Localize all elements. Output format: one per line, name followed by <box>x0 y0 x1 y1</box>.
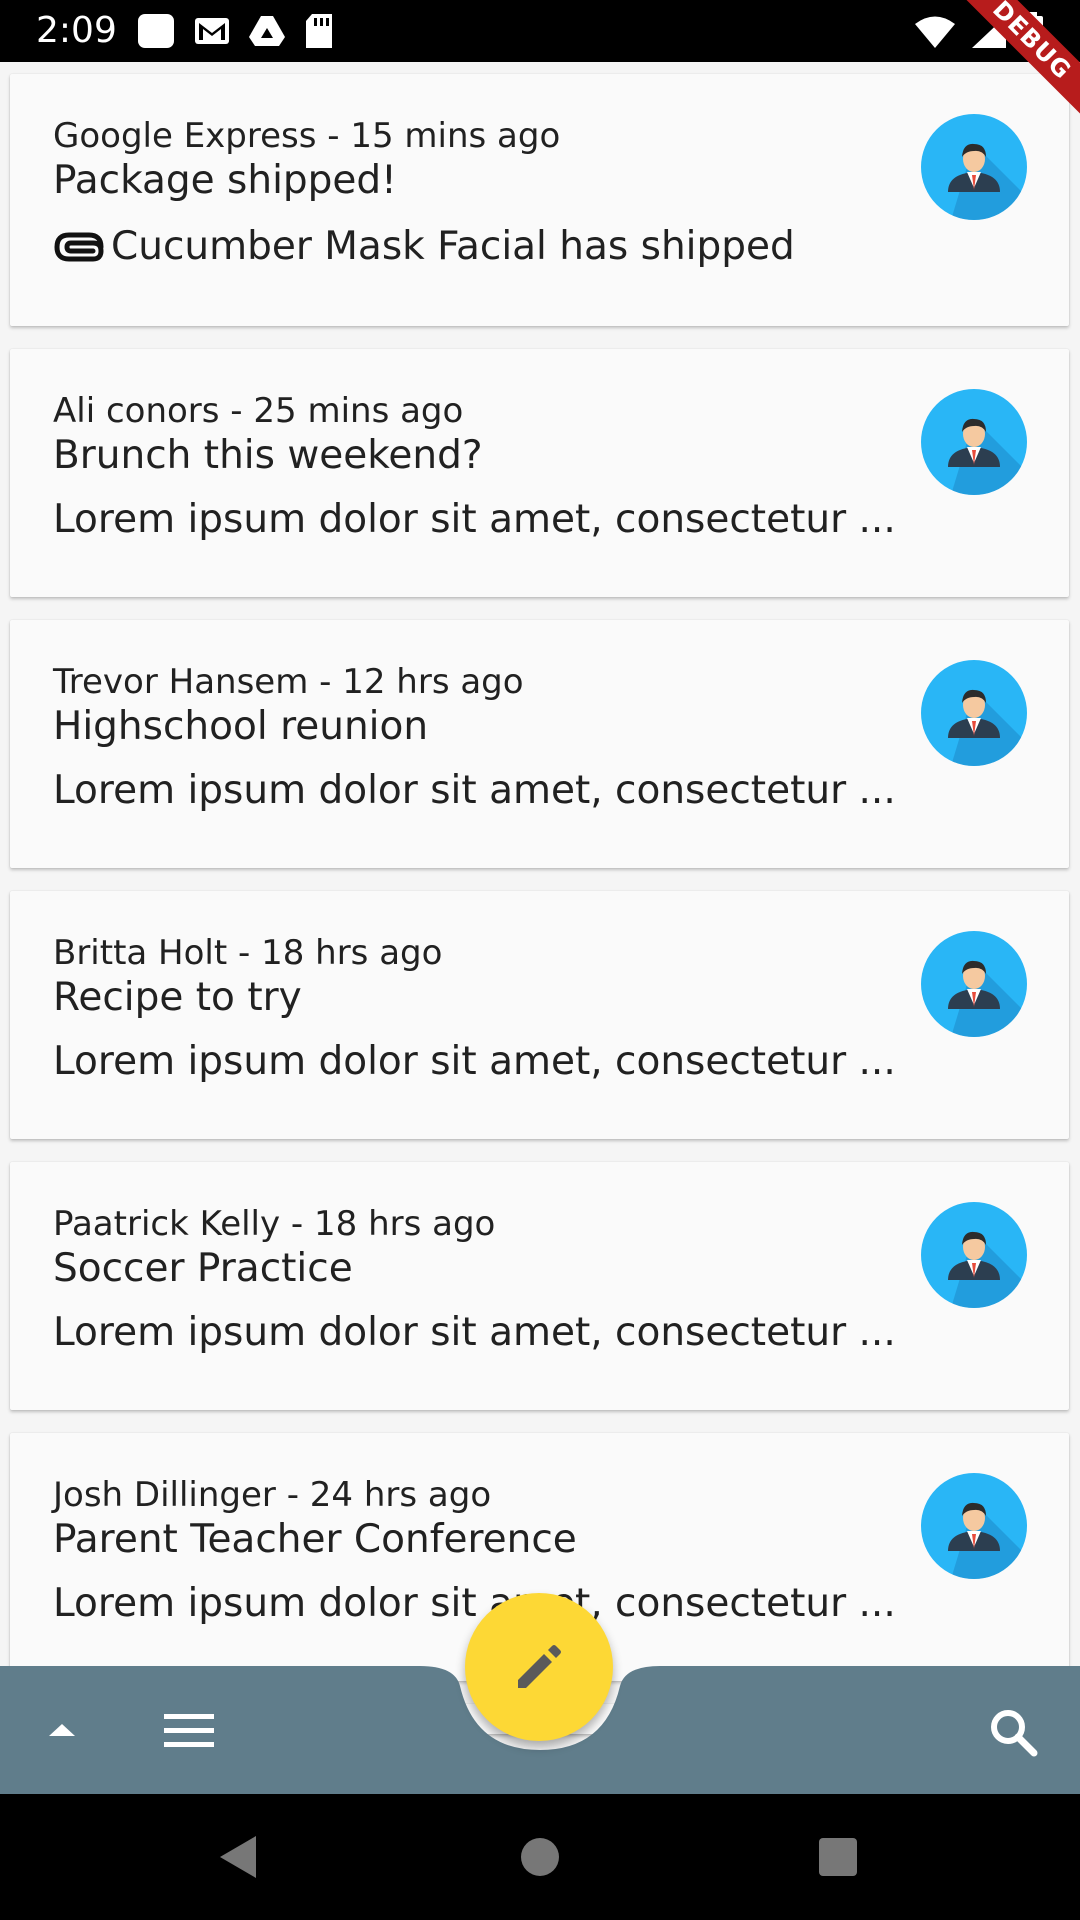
home-icon[interactable] <box>519 1836 561 1878</box>
avatar[interactable] <box>921 389 1027 495</box>
email-card[interactable]: Paatrick Kelly - 18 hrs ago Soccer Pract… <box>10 1162 1069 1410</box>
email-subject: Parent Teacher Conference <box>53 1517 577 1562</box>
email-card[interactable]: Trevor Hansem - 12 hrs ago Highschool re… <box>10 620 1069 868</box>
attachment-icon <box>54 232 104 262</box>
debug-banner-label: DEBUG <box>941 0 1080 131</box>
search-icon <box>991 1710 1038 1757</box>
arrow-up-icon <box>49 1724 75 1736</box>
menu-button[interactable] <box>160 1706 218 1754</box>
debug-banner: DEBUG <box>940 0 1080 140</box>
email-preview: Cucumber Mask Facial has shipped <box>111 224 795 269</box>
email-meta: Paatrick Kelly - 18 hrs ago <box>53 1204 496 1244</box>
avatar[interactable] <box>921 660 1027 766</box>
status-time: 2:09 <box>36 10 117 51</box>
person-avatar-icon <box>948 960 1027 1037</box>
email-subject: Soccer Practice <box>53 1246 353 1291</box>
person-avatar-icon <box>948 418 1027 495</box>
menu-icon <box>164 1714 214 1747</box>
email-preview: Lorem ipsum dolor sit amet, consectetur … <box>53 497 896 542</box>
avatar[interactable] <box>921 931 1027 1037</box>
expand-button[interactable] <box>38 1710 86 1750</box>
edit-icon <box>518 1645 561 1688</box>
avatar[interactable] <box>921 1202 1027 1308</box>
email-subject: Recipe to try <box>53 975 302 1020</box>
email-subject: Highschool reunion <box>53 704 429 749</box>
recents-icon[interactable] <box>818 1837 858 1877</box>
sd-card-icon <box>306 14 332 48</box>
gmail-icon <box>195 18 229 44</box>
drive-icon <box>249 16 285 46</box>
email-card[interactable]: Britta Holt - 18 hrs ago Recipe to try L… <box>10 891 1069 1139</box>
avatar[interactable] <box>921 1473 1027 1579</box>
email-subject: Package shipped! <box>53 158 397 203</box>
email-preview: Lorem ipsum dolor sit amet, consectetur … <box>53 768 896 813</box>
email-preview: Lorem ipsum dolor sit amet, consectetur … <box>53 1581 896 1626</box>
navigation-bar <box>0 1794 1080 1920</box>
search-button[interactable] <box>985 1704 1041 1760</box>
person-avatar-icon <box>948 1502 1027 1579</box>
email-preview-row: Cucumber Mask Facial has shipped <box>53 224 795 270</box>
person-avatar-icon <box>948 1231 1027 1308</box>
compose-fab[interactable] <box>465 1593 613 1741</box>
email-card[interactable]: Ali conors - 25 mins ago Brunch this wee… <box>10 349 1069 597</box>
email-card[interactable]: Google Express - 15 mins ago Package shi… <box>10 74 1069 326</box>
email-meta: Google Express - 15 mins ago <box>53 116 561 156</box>
email-meta: Trevor Hansem - 12 hrs ago <box>53 662 524 702</box>
person-avatar-icon <box>948 689 1027 766</box>
email-meta: Ali conors - 25 mins ago <box>53 391 464 431</box>
email-subject: Brunch this weekend? <box>53 433 483 478</box>
status-bar: 2:09 <box>0 0 1080 62</box>
back-icon[interactable] <box>216 1834 260 1880</box>
email-list[interactable]: Google Express - 15 mins ago Package shi… <box>10 74 1070 1757</box>
email-preview: Lorem ipsum dolor sit amet, consectetur … <box>53 1310 896 1355</box>
email-meta: Britta Holt - 18 hrs ago <box>53 933 443 973</box>
square-icon <box>138 14 174 48</box>
email-preview: Lorem ipsum dolor sit amet, consectetur … <box>53 1039 896 1084</box>
email-meta: Josh Dillinger - 24 hrs ago <box>53 1475 492 1515</box>
